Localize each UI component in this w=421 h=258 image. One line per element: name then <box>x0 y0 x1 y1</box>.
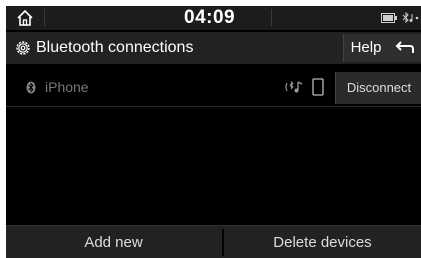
back-arrow-icon <box>395 41 414 53</box>
delete-devices-button[interactable]: Delete devices <box>224 226 421 258</box>
bluetooth-icon <box>26 81 36 94</box>
device-name: iPhone <box>45 79 89 95</box>
status-bar: 04:09 <box>6 6 421 30</box>
bluetooth-screen: 04:09 Bluetooth connections Help iPhone … <box>6 6 421 258</box>
bluetooth-audio-icon <box>402 12 419 24</box>
status-divider <box>44 9 45 27</box>
status-divider <box>271 9 272 27</box>
home-icon <box>17 9 33 26</box>
battery-icon <box>381 13 397 23</box>
disconnect-button[interactable]: Disconnect <box>335 72 421 104</box>
home-button[interactable] <box>6 6 44 30</box>
page-title: Bluetooth connections <box>36 39 194 56</box>
status-icons <box>381 11 419 25</box>
back-button[interactable] <box>388 34 421 62</box>
settings-gear-icon <box>16 41 30 55</box>
clock: 04:09 <box>184 7 236 28</box>
phone-icon <box>312 78 324 96</box>
add-new-button[interactable]: Add new <box>6 226 221 258</box>
title-bar: Bluetooth connections Help <box>6 32 421 64</box>
bottom-bar: Add new Delete devices <box>6 225 421 258</box>
help-button[interactable]: Help <box>343 34 388 62</box>
bluetooth-audio-icon <box>285 80 303 93</box>
device-list-item[interactable]: iPhone Disconnect <box>6 68 421 107</box>
